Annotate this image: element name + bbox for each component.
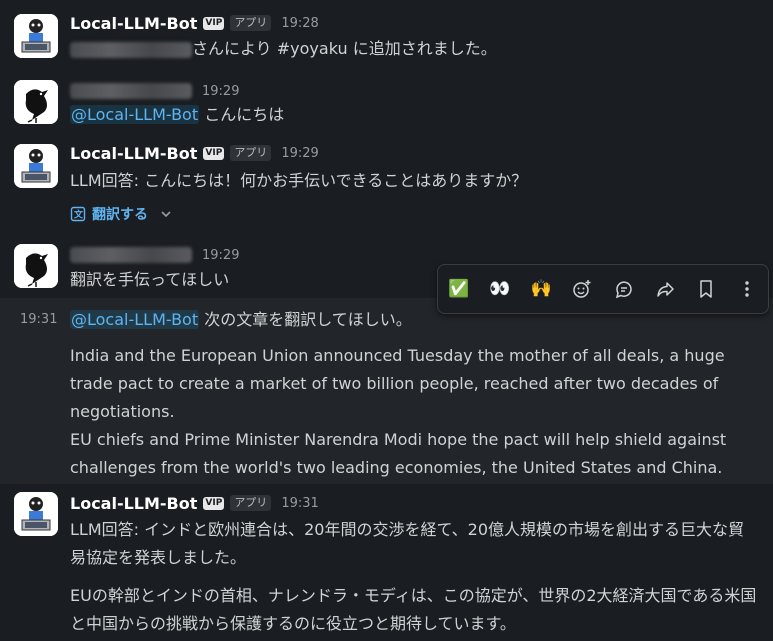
message-body: こんにちは (199, 105, 285, 124)
app-badge: アプリ (230, 15, 272, 31)
message-actions-toolbar: ✅ 👀 🙌 (437, 264, 769, 314)
app-badge: アプリ (230, 145, 272, 161)
bookmark-icon (700, 280, 712, 298)
raised-hands-icon: 🙌 (530, 279, 552, 299)
timestamp[interactable]: 19:29 (202, 248, 239, 263)
message-text: LLM回答: こんにちは！何かお手伝いできることはありますか？ (70, 171, 528, 190)
message-text: @Local-LLM-Bot 次の文章を翻訳してほしい。 (70, 306, 412, 334)
react-eyes-button[interactable]: 👀 (484, 273, 516, 305)
bot-avatar-icon (14, 492, 58, 536)
user-avatar[interactable] (14, 80, 58, 124)
crow-avatar-icon (14, 244, 58, 288)
redacted-sender-name[interactable] (70, 247, 192, 263)
reply-thread-button[interactable] (608, 273, 640, 305)
message-body: さんにより #yoyaku に追加されました。 (192, 39, 497, 58)
add-emoji-icon (573, 280, 591, 298)
sender-name[interactable]: Local-LLM-Bot (70, 494, 197, 513)
bot-avatar[interactable] (14, 492, 58, 536)
chevron-down-icon (161, 211, 171, 218)
forward-button[interactable] (649, 273, 681, 305)
bot-avatar-icon (14, 14, 58, 58)
paragraph-2: EUの幹部とインドの首相、ナレンドラ・モディは、この協定が、世界の2大経済大国で… (70, 586, 757, 633)
forward-arrow-icon (657, 282, 674, 297)
message-text: さんにより #yoyaku に追加されました。 (70, 35, 497, 63)
message-2: 19:29 @Local-LLM-Bot こんにちは (0, 72, 773, 140)
vip-badge: VIP (203, 16, 225, 30)
check-mark-icon: ✅ (448, 279, 470, 299)
message-paragraphs: India and the European Union announced T… (70, 342, 750, 482)
vip-badge: VIP (203, 146, 225, 160)
bot-avatar[interactable] (14, 144, 58, 188)
message-5: 19:31 @Local-LLM-Bot 次の文章を翻訳してほしい。 India… (0, 298, 773, 484)
message-3: Local-LLM-Bot VIP アプリ 19:29 LLM回答: こんにちは… (0, 140, 773, 238)
speech-bubble-icon (615, 281, 632, 299)
mention-link[interactable]: @Local-LLM-Bot (70, 105, 200, 124)
translate-button[interactable]: 文 翻訳する (70, 204, 172, 224)
paragraph-1: LLM回答: インドと欧州連合は、20年間の交渉を経て、20億人規模の市場を創出… (70, 520, 745, 567)
app-badge: アプリ (230, 495, 272, 511)
save-bookmark-button[interactable] (690, 273, 722, 305)
timestamp[interactable]: 19:28 (281, 16, 318, 31)
sender-name[interactable]: Local-LLM-Bot (70, 144, 197, 163)
add-reaction-button[interactable] (566, 273, 598, 305)
translate-label: 翻訳する (92, 207, 148, 223)
react-check-button[interactable]: ✅ (443, 273, 475, 305)
svg-text:文: 文 (73, 209, 84, 221)
redacted-username (70, 41, 192, 58)
message-body: 次の文章を翻訳してほしい。 (199, 310, 412, 329)
message-1: Local-LLM-Bot VIP アプリ 19:28 さんにより #yoyak… (0, 0, 773, 72)
message-text: 翻訳を手伝ってほしい (70, 270, 230, 289)
message-text: LLM回答: インドと欧州連合は、20年間の交渉を経て、20億人規模の市場を創出… (70, 516, 760, 638)
react-raised-hands-button[interactable]: 🙌 (525, 273, 557, 305)
more-actions-button[interactable] (731, 273, 763, 305)
bot-avatar[interactable] (14, 14, 58, 58)
translate-icon: 文 (70, 206, 86, 222)
user-avatar[interactable] (14, 244, 58, 288)
redacted-sender-name[interactable] (70, 83, 192, 99)
hover-timestamp[interactable]: 19:31 (20, 312, 57, 327)
paragraph-2: EU chiefs and Prime Minister Narendra Mo… (70, 430, 727, 477)
eyes-icon: 👀 (489, 279, 511, 299)
mention-link[interactable]: @Local-LLM-Bot (70, 310, 200, 329)
paragraph-1: India and the European Union announced T… (70, 346, 725, 421)
timestamp[interactable]: 19:31 (281, 496, 318, 511)
vip-badge: VIP (203, 496, 225, 510)
message-text: @Local-LLM-Bot こんにちは (70, 101, 284, 129)
bot-avatar-icon (14, 144, 58, 188)
message-6: Local-LLM-Bot VIP アプリ 19:31 LLM回答: インドと欧… (0, 484, 773, 641)
timestamp[interactable]: 19:29 (202, 84, 239, 99)
crow-avatar-icon (14, 80, 58, 124)
timestamp[interactable]: 19:29 (281, 146, 318, 161)
sender-name[interactable]: Local-LLM-Bot (70, 14, 197, 33)
more-vertical-icon (745, 281, 750, 297)
